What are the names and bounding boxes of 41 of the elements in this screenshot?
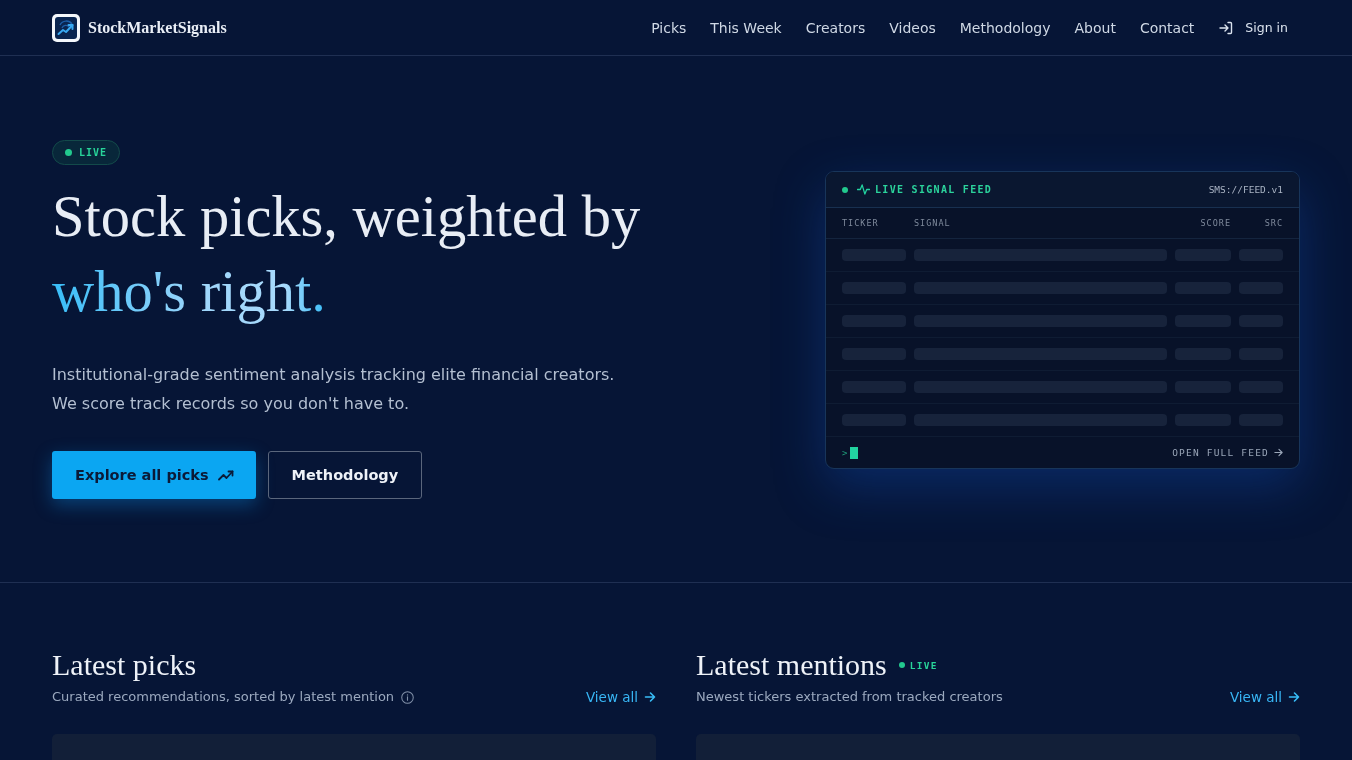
live-dot-icon	[898, 662, 905, 668]
sign-in-icon	[1218, 19, 1235, 36]
view-all-link[interactable]: View all	[585, 689, 656, 705]
brand-logo-link[interactable]: StockMarketSignals	[52, 13, 227, 42]
nav-link[interactable]: Picks	[651, 19, 687, 36]
column-header: TICKER	[842, 218, 880, 228]
column-header: SIGNAL	[914, 218, 952, 228]
sign-in-link[interactable]: Sign in	[1218, 19, 1288, 36]
arrow-right-icon	[644, 691, 656, 703]
info-icon[interactable]	[401, 690, 415, 704]
hero-description: Institutional-grade sentiment analysis tracking elite financial creators. We score track records so you don't have to.	[52, 364, 615, 415]
nav-link[interactable]: This Week	[710, 19, 782, 36]
live-dot-icon	[65, 149, 72, 156]
nav-link[interactable]: Videos	[889, 19, 936, 36]
arrow-right-icon	[1288, 691, 1300, 703]
hero-title: Stock picks, weighted by who's right.	[52, 183, 641, 326]
logo-icon	[52, 13, 80, 42]
feed-title: LIVE SIGNAL FEED	[875, 184, 993, 195]
live-label: LIVE	[909, 659, 938, 671]
explore-button[interactable]: Explore all picks	[52, 451, 256, 499]
pulse-icon	[857, 184, 870, 195]
prompt-text: >	[842, 447, 848, 458]
section-subtitle: Curated recommendations, sorted by latest mention	[52, 688, 395, 706]
view-all-link[interactable]: View all	[1229, 689, 1300, 705]
badge-label: LIVE	[79, 147, 108, 158]
methodology-button[interactable]: Methodology	[267, 451, 423, 499]
section-subtitle: Newest tickers extracted from tracked creators	[696, 688, 1003, 706]
nav-link[interactable]: Methodology	[959, 19, 1051, 36]
trend-up-icon	[217, 469, 234, 481]
nav-link[interactable]: Contact	[1139, 19, 1195, 36]
column-header: SRC	[1263, 218, 1283, 228]
arrow-right-icon	[1274, 448, 1283, 457]
nav-link[interactable]: About	[1074, 19, 1116, 36]
cursor-icon	[850, 446, 859, 459]
section-title: Latest mentions	[696, 647, 887, 683]
section-title: Latest picks	[52, 647, 197, 683]
column-header: SCORE	[1199, 218, 1231, 228]
live-dot-icon	[842, 186, 848, 193]
feed-version: SMS://FEED.v1	[1208, 184, 1283, 195]
open-full-feed-link[interactable]: OPEN FULL FEED	[1172, 447, 1283, 458]
nav-link[interactable]: Creators	[805, 19, 866, 36]
